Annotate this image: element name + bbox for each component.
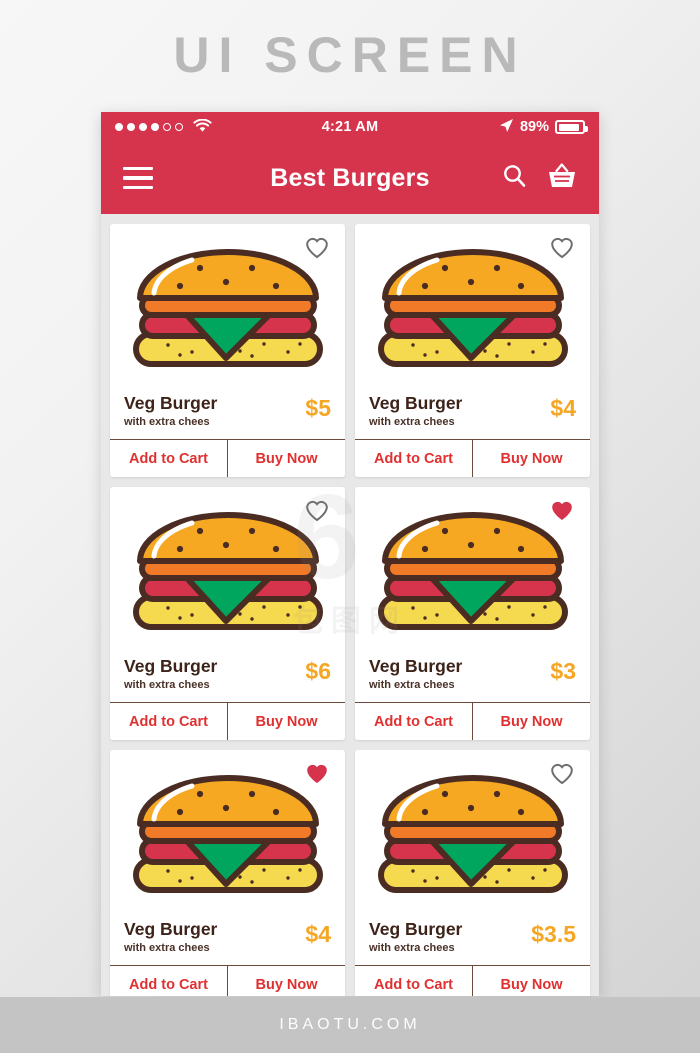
footer-label: IBAOTU.COM bbox=[279, 1016, 421, 1033]
favorite-heart-outline-icon[interactable] bbox=[550, 762, 574, 785]
status-bar-right: 89% bbox=[499, 118, 588, 136]
favorite-heart-filled-icon[interactable] bbox=[305, 762, 329, 785]
product-image-area bbox=[355, 224, 590, 389]
add-to-cart-button[interactable]: Add to Cart bbox=[110, 440, 227, 477]
battery-percent-label: 89% bbox=[519, 119, 549, 135]
product-card[interactable]: Veg Burger with extra chees $5 Add to Ca… bbox=[110, 224, 345, 477]
product-name: Veg Burger bbox=[369, 393, 463, 413]
add-to-cart-button[interactable]: Add to Cart bbox=[355, 966, 472, 996]
product-actions: Add to Cart Buy Now bbox=[355, 702, 590, 740]
hamburger-bar bbox=[123, 166, 153, 171]
product-price: $5 bbox=[305, 395, 331, 421]
product-actions: Add to Cart Buy Now bbox=[110, 965, 345, 996]
burger-illustration bbox=[132, 511, 323, 630]
product-subtitle: with extra chees bbox=[124, 679, 210, 691]
buy-now-button[interactable]: Buy Now bbox=[472, 966, 590, 996]
product-actions: Add to Cart Buy Now bbox=[110, 702, 345, 740]
product-text: Veg Burger with extra chees bbox=[369, 919, 462, 955]
product-image-area bbox=[355, 750, 590, 915]
product-name: Veg Burger bbox=[369, 919, 463, 939]
product-name: Veg Burger bbox=[124, 656, 218, 676]
product-actions: Add to Cart Buy Now bbox=[110, 439, 345, 477]
product-info: Veg Burger with extra chees $4 bbox=[355, 389, 590, 439]
product-subtitle: with extra chees bbox=[369, 679, 455, 691]
favorite-heart-outline-icon[interactable] bbox=[305, 499, 329, 522]
location-arrow-icon bbox=[499, 118, 514, 136]
battery-fill bbox=[558, 123, 579, 131]
product-text: Veg Burger with extra chees bbox=[124, 393, 217, 429]
product-actions: Add to Cart Buy Now bbox=[355, 439, 590, 477]
product-card[interactable]: Veg Burger with extra chees $4 Add to Ca… bbox=[110, 750, 345, 996]
product-subtitle: with extra chees bbox=[124, 416, 210, 428]
product-price: $3.5 bbox=[531, 921, 576, 947]
product-text: Veg Burger with extra chees bbox=[369, 393, 462, 429]
add-to-cart-button[interactable]: Add to Cart bbox=[110, 703, 227, 740]
poster-footer: IBAOTU.COM bbox=[0, 997, 700, 1053]
favorite-heart-outline-icon[interactable] bbox=[305, 236, 329, 259]
buy-now-button[interactable]: Buy Now bbox=[472, 440, 590, 477]
search-icon[interactable] bbox=[502, 163, 527, 193]
hamburger-bar bbox=[123, 185, 153, 190]
product-grid: Veg Burger with extra chees $5 Add to Ca… bbox=[101, 214, 599, 996]
product-info: Veg Burger with extra chees $3 bbox=[355, 652, 590, 702]
battery-icon bbox=[555, 120, 588, 134]
buy-now-button[interactable]: Buy Now bbox=[472, 703, 590, 740]
product-image-area bbox=[110, 224, 345, 389]
shopping-basket-icon[interactable] bbox=[547, 162, 577, 194]
product-image-area bbox=[110, 750, 345, 915]
product-subtitle: with extra chees bbox=[369, 942, 455, 954]
hamburger-menu-icon[interactable] bbox=[123, 166, 153, 190]
poster-title: UI SCREEN bbox=[173, 27, 527, 83]
product-card[interactable]: Veg Burger with extra chees $6 Add to Ca… bbox=[110, 487, 345, 740]
burger-illustration bbox=[132, 248, 323, 367]
add-to-cart-button[interactable]: Add to Cart bbox=[355, 440, 472, 477]
phone-mockup: 4:21 AM 89% Best Burgers Veg Burger with… bbox=[101, 112, 599, 996]
product-info: Veg Burger with extra chees $3.5 bbox=[355, 915, 590, 965]
product-info: Veg Burger with extra chees $5 bbox=[110, 389, 345, 439]
add-to-cart-button[interactable]: Add to Cart bbox=[355, 703, 472, 740]
favorite-heart-filled-icon[interactable] bbox=[550, 499, 574, 522]
burger-illustration bbox=[377, 248, 568, 367]
buy-now-button[interactable]: Buy Now bbox=[227, 440, 345, 477]
product-name: Veg Burger bbox=[124, 393, 218, 413]
product-price: $3 bbox=[550, 658, 576, 684]
burger-illustration bbox=[377, 774, 568, 893]
favorite-heart-outline-icon[interactable] bbox=[550, 236, 574, 259]
product-text: Veg Burger with extra chees bbox=[124, 656, 217, 692]
product-actions: Add to Cart Buy Now bbox=[355, 965, 590, 996]
app-bar-actions bbox=[502, 162, 577, 194]
add-to-cart-button[interactable]: Add to Cart bbox=[110, 966, 227, 996]
product-name: Veg Burger bbox=[124, 919, 218, 939]
hamburger-bar bbox=[123, 176, 153, 180]
burger-illustration bbox=[132, 774, 323, 893]
product-price: $4 bbox=[305, 921, 331, 947]
product-subtitle: with extra chees bbox=[369, 416, 455, 428]
product-text: Veg Burger with extra chees bbox=[124, 919, 217, 955]
product-card[interactable]: Veg Burger with extra chees $4 Add to Ca… bbox=[355, 224, 590, 477]
product-subtitle: with extra chees bbox=[124, 942, 210, 954]
product-card[interactable]: Veg Burger with extra chees $3.5 Add to … bbox=[355, 750, 590, 996]
product-price: $4 bbox=[550, 395, 576, 421]
buy-now-button[interactable]: Buy Now bbox=[227, 703, 345, 740]
product-image-area bbox=[355, 487, 590, 652]
product-price: $6 bbox=[305, 658, 331, 684]
product-text: Veg Burger with extra chees bbox=[369, 656, 462, 692]
burger-illustration bbox=[377, 511, 568, 630]
product-info: Veg Burger with extra chees $6 bbox=[110, 652, 345, 702]
product-info: Veg Burger with extra chees $4 bbox=[110, 915, 345, 965]
status-bar: 4:21 AM 89% bbox=[101, 112, 599, 142]
product-name: Veg Burger bbox=[369, 656, 463, 676]
product-card[interactable]: Veg Burger with extra chees $3 Add to Ca… bbox=[355, 487, 590, 740]
product-image-area bbox=[110, 487, 345, 652]
buy-now-button[interactable]: Buy Now bbox=[227, 966, 345, 996]
app-bar: Best Burgers bbox=[101, 142, 599, 214]
